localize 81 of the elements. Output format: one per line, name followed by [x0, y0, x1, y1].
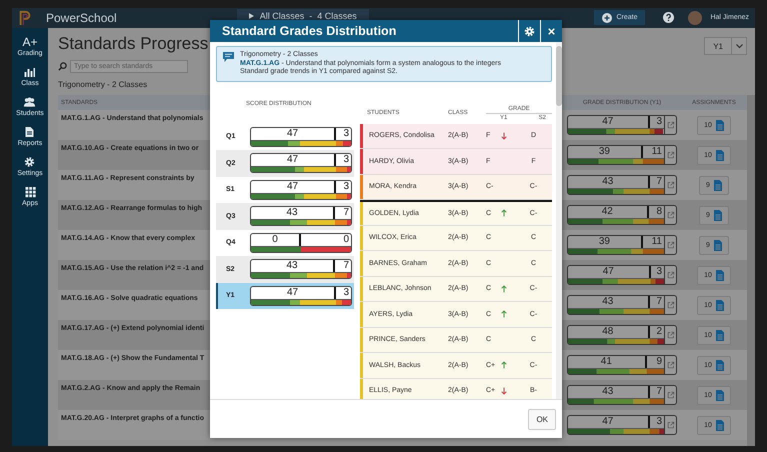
count-below: 2 [655, 326, 663, 338]
count-below: 3 [342, 180, 350, 193]
external-link-icon[interactable] [666, 271, 674, 279]
count-below: 3 [342, 128, 350, 140]
up-arrow-icon [501, 361, 507, 370]
document-icon [714, 240, 722, 250]
ok-button[interactable]: OK [528, 408, 556, 430]
document-icon [716, 300, 724, 310]
external-link-icon[interactable] [666, 331, 674, 339]
document-icon [716, 120, 724, 130]
open-link-button[interactable] [665, 415, 677, 435]
count-below: 11 [650, 236, 663, 248]
count-below: 3 [655, 266, 663, 278]
external-link-icon[interactable] [666, 151, 674, 159]
count-below: 7 [342, 260, 350, 272]
open-link-button[interactable] [665, 295, 677, 315]
count-below: 9 [655, 356, 663, 368]
document-icon [716, 270, 724, 280]
count-below: 7 [655, 176, 663, 188]
grade-icon: A+ [22, 36, 38, 48]
external-link-icon[interactable] [666, 181, 674, 189]
external-link-icon[interactable] [666, 211, 674, 219]
up-arrow-icon [501, 310, 507, 318]
external-link-icon[interactable] [666, 421, 674, 429]
logo-icon [18, 10, 32, 26]
class-switcher-label: All Classes - 4 Classes [260, 10, 357, 20]
down-arrow-icon [501, 132, 507, 140]
page-title: Standards Progress [58, 34, 208, 54]
open-link-button[interactable] [665, 265, 677, 285]
open-link-button[interactable] [665, 235, 677, 255]
external-link-icon[interactable] [666, 391, 674, 399]
open-link-button[interactable] [665, 145, 677, 165]
open-link-button[interactable] [665, 205, 677, 225]
open-link-button[interactable] [665, 175, 677, 195]
class-subtitle: Trigonometry - 2 Classes [58, 80, 148, 89]
external-link-icon[interactable] [666, 121, 674, 129]
scrollbar[interactable] [747, 95, 755, 446]
count-below: 0 [342, 234, 350, 246]
settings-icon [23, 156, 36, 168]
open-link-button[interactable] [665, 385, 677, 405]
grid-icon [24, 186, 36, 198]
document-icon [716, 420, 724, 430]
caret-icon [736, 44, 742, 48]
chat-bubble-icon [223, 52, 234, 62]
plus-icon [602, 12, 612, 22]
count-below: 7 [655, 296, 663, 308]
document-icon [714, 180, 722, 190]
people-icon [23, 96, 36, 108]
play-icon [248, 12, 254, 18]
external-link-icon[interactable] [666, 241, 674, 249]
document-icon [23, 126, 36, 138]
open-link-button[interactable] [665, 355, 677, 375]
count-below: 7 [655, 386, 663, 398]
up-arrow-icon [501, 284, 507, 293]
open-link-button[interactable] [665, 115, 677, 135]
document-icon [716, 330, 724, 340]
count-below: 7 [342, 207, 350, 220]
count-below: 3 [655, 416, 663, 428]
count-below: 11 [650, 146, 663, 158]
help-icon[interactable] [663, 12, 674, 23]
down-arrow-icon [501, 386, 507, 395]
dialog-title: Standard Grades Distribution [221, 24, 398, 38]
count-below: 3 [342, 286, 350, 299]
document-icon [714, 210, 722, 220]
scrollbar[interactable] [556, 42, 562, 399]
external-link-icon[interactable] [666, 301, 674, 309]
count-below: 3 [342, 154, 350, 166]
search-icon [58, 62, 67, 71]
bar-chart-icon [23, 66, 36, 78]
document-icon [716, 390, 724, 400]
open-link-button[interactable] [665, 325, 677, 345]
close-icon [546, 26, 557, 36]
up-arrow-icon [501, 209, 507, 218]
external-link-icon[interactable] [666, 361, 674, 369]
settings-icon [524, 26, 535, 36]
app-name: PowerSchool [46, 11, 117, 25]
term-select[interactable]: Y1 [704, 37, 747, 55]
count-below: 8 [655, 206, 663, 218]
document-icon [716, 150, 724, 160]
count-below: 3 [655, 116, 663, 128]
document-icon [716, 360, 724, 370]
